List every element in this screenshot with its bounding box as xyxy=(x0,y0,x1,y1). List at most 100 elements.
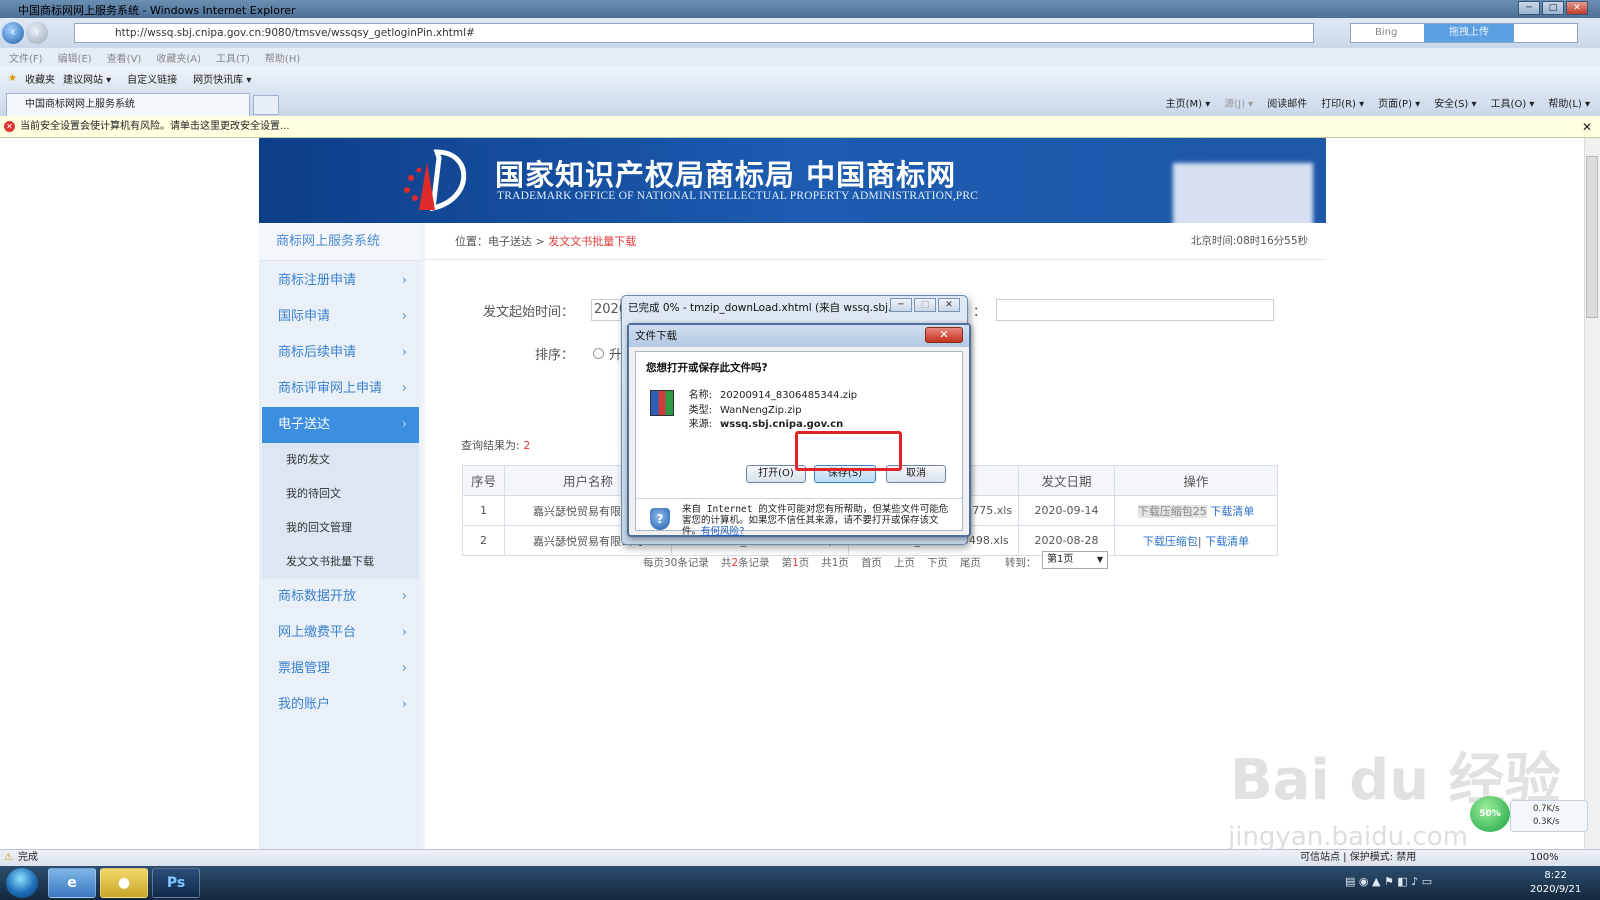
file-source-row: 来源: wssq.sbj.cnipa.gov.cn xyxy=(680,415,844,430)
pager-next[interactable]: 下页 xyxy=(927,555,948,570)
zip-file-icon xyxy=(650,390,674,416)
start-time-input[interactable]: 2020 xyxy=(591,299,627,321)
new-tab-button[interactable] xyxy=(253,95,279,115)
menu-edit[interactable]: 编辑(E) xyxy=(58,50,92,65)
favorites-button[interactable]: 收藏夹 xyxy=(25,71,55,86)
dialog-warning: 来自 Internet 的文件可能对您有所帮助，但某些文件可能危害您的计算机。如… xyxy=(682,504,952,537)
chevron-right-icon: › xyxy=(401,589,407,604)
minimize-button[interactable]: ─ xyxy=(1518,1,1540,15)
scrollbar-thumb[interactable] xyxy=(1586,156,1598,318)
file-type-row: 类型: WanNengZip.zip xyxy=(680,401,802,416)
pager-page-suffix: 页 xyxy=(798,557,810,569)
back-icon[interactable]: ‹ xyxy=(2,22,24,44)
page-select[interactable]: 第1页 ▼ xyxy=(1042,551,1108,569)
security-info-bar[interactable]: ✕ 当前安全设置会使计算机有风险。请单击这里更改安全设置... ✕ xyxy=(0,116,1600,138)
pager-prev[interactable]: 上页 xyxy=(894,555,915,570)
sidebar-item-followup[interactable]: 商标后续申请 › xyxy=(262,335,419,371)
download-list-link[interactable]: 下载清单 xyxy=(1210,505,1254,518)
favbar-web-slices[interactable]: 网页快讯库 ▾ xyxy=(193,71,251,86)
net-speed-panel: 0.7K/s 0.3K/s xyxy=(1510,800,1588,832)
col-no: 序号 xyxy=(462,465,505,496)
subnav-batch-download[interactable]: 发文文书批量下载 xyxy=(262,545,419,579)
maximize-button[interactable]: □ xyxy=(1542,1,1564,15)
progress-close-button[interactable]: ✕ xyxy=(938,298,960,312)
download-list-link[interactable]: 下载清单 xyxy=(1205,535,1249,548)
status-warning-icon: ⚠ xyxy=(4,852,13,863)
subnav-reply-management[interactable]: 我的回文管理 xyxy=(262,511,419,545)
sidebar-item-data-open[interactable]: 商标数据开放 › xyxy=(262,579,419,615)
forward-icon[interactable]: › xyxy=(26,22,48,44)
progress-minimize-button[interactable]: ─ xyxy=(890,298,912,312)
favbar-suggested[interactable]: 建议网站 ▾ xyxy=(63,71,111,86)
cmd-safety[interactable]: 安全(S) ▾ xyxy=(1434,95,1476,110)
system-tray-icons[interactable]: ▤ ◉ ▲ ⚑ ◧ ♪ ▭ xyxy=(1345,875,1432,888)
progress-window-title: 已完成 0% - tmzip_downLoad.xhtml (来自 wssq.s… xyxy=(628,302,908,314)
sidebar-item-payment[interactable]: 网上缴费平台 › xyxy=(262,615,419,651)
menu-tools[interactable]: 工具(T) xyxy=(216,50,250,65)
cmd-print[interactable]: 打印(R) ▾ xyxy=(1321,95,1364,110)
tab-current[interactable]: 中国商标网网上服务系统 xyxy=(6,93,250,116)
address-bar-area: ‹ › http://wssq.sbj.cnipa.gov.cn:9080/tm… xyxy=(0,18,1600,48)
results-count: 查询结果为: 2 xyxy=(461,437,530,453)
pager-goto-label: 转到： xyxy=(1004,557,1037,569)
favorites-bar: ★ 收藏夹 建议网站 ▾ 自定义链接 网页快讯库 ▾ xyxy=(0,66,1600,90)
upload-speed: 0.7K/s xyxy=(1533,804,1560,814)
wechat-taskbar-icon[interactable]: ● xyxy=(100,868,148,898)
ie-taskbar-icon[interactable]: e xyxy=(48,868,96,898)
clock-date: 2020/9/21 xyxy=(1530,884,1582,895)
dialog-close-button[interactable]: ✕ xyxy=(925,327,963,343)
file-name-value: 20200914_8306485344.zip xyxy=(720,390,858,401)
cmd-help[interactable]: 帮助(L) ▾ xyxy=(1548,95,1590,110)
menu-help[interactable]: 帮助(H) xyxy=(265,50,300,65)
file-source-value: wssq.sbj.cnipa.gov.cn xyxy=(720,419,844,430)
sidebar-item-label: 国际申请 xyxy=(278,309,331,324)
subnav-my-documents[interactable]: 我的发文 xyxy=(262,443,419,477)
menu-file[interactable]: 文件(F) xyxy=(9,50,43,65)
site-banner: 国家知识产权局商标局 中国商标网 TRADEMARK OFFICE OF NAT… xyxy=(259,138,1326,235)
subnav-pending-reply[interactable]: 我的待回文 xyxy=(262,477,419,511)
sidebar-item-e-delivery[interactable]: 电子送达 › xyxy=(262,407,419,443)
cmd-mail[interactable]: 阅读邮件 xyxy=(1267,95,1307,110)
sidebar-item-invoice[interactable]: 票据管理 › xyxy=(262,651,419,687)
download-zip-link[interactable]: 下载压缩包25 xyxy=(1137,504,1207,518)
pager-pages: 共1页 xyxy=(821,557,849,569)
dialog-title: 文件下载 xyxy=(629,325,969,347)
infobar-close-icon[interactable]: ✕ xyxy=(1582,116,1592,138)
window-title: 中国商标网网上服务系统 - Windows Internet Explorer xyxy=(18,4,296,17)
url-input[interactable]: http://wssq.sbj.cnipa.gov.cn:9080/tmsve/… xyxy=(74,23,1314,43)
progress-maximize-button[interactable]: □ xyxy=(914,298,936,312)
cmd-home[interactable]: 主页(M) ▾ xyxy=(1166,95,1211,110)
zoom-level[interactable]: 100% xyxy=(1530,850,1559,866)
cell-actions: 下载压缩包25 下载清单 xyxy=(1114,495,1278,526)
sidebar-item-international[interactable]: 国际申请 › xyxy=(262,299,419,335)
taskbar-clock[interactable]: 8:22 2020/9/21 xyxy=(1530,869,1581,897)
favbar-custom-links[interactable]: 自定义链接 xyxy=(127,71,177,86)
menu-favorites[interactable]: 收藏夹(A) xyxy=(156,50,201,65)
download-zip-link[interactable]: 下载压缩包 xyxy=(1143,535,1198,548)
pager-first[interactable]: 首页 xyxy=(861,555,882,570)
menu-view[interactable]: 查看(V) xyxy=(107,50,142,65)
sort-radio[interactable] xyxy=(593,348,604,359)
upload-button[interactable]: 拖拽上传 xyxy=(1424,24,1514,42)
pager: 每页30条记录 共2条记录 第1页 共1页 首页 上页 下页 尾页 转到： xyxy=(643,555,1048,570)
close-window-button[interactable]: ✕ xyxy=(1566,1,1588,15)
cmd-tools[interactable]: 工具(O) ▾ xyxy=(1491,95,1535,110)
sidebar-item-label: 商标后续申请 xyxy=(278,345,357,360)
net-speed-ball[interactable]: 50% xyxy=(1470,796,1510,832)
windows-start-icon[interactable] xyxy=(6,868,38,898)
risk-link[interactable]: 有何风险? xyxy=(701,526,745,537)
breadcrumb-prefix[interactable]: 位置：电子送达 > xyxy=(455,235,548,248)
photoshop-taskbar-icon[interactable]: Ps xyxy=(152,868,200,898)
cmd-page[interactable]: 页面(P) ▾ xyxy=(1378,95,1420,110)
menu-bar: 文件(F) 编辑(E) 查看(V) 收藏夹(A) 工具(T) 帮助(H) xyxy=(0,48,1600,66)
end-time-input[interactable] xyxy=(996,299,1274,321)
pager-per-page: 每页30条记录 xyxy=(643,557,709,569)
chevron-right-icon: › xyxy=(401,417,407,432)
sidebar-item-review[interactable]: 商标评审网上申请 › xyxy=(262,371,419,407)
sidebar-item-registration[interactable]: 商标注册申请 › xyxy=(262,263,419,299)
results-label: 查询结果为: xyxy=(461,439,520,452)
chevron-right-icon: › xyxy=(401,625,407,640)
pager-last[interactable]: 尾页 xyxy=(960,555,981,570)
sidebar-item-account[interactable]: 我的账户 › xyxy=(262,687,419,723)
cmd-feeds[interactable]: 源(J) ▾ xyxy=(1224,95,1253,110)
